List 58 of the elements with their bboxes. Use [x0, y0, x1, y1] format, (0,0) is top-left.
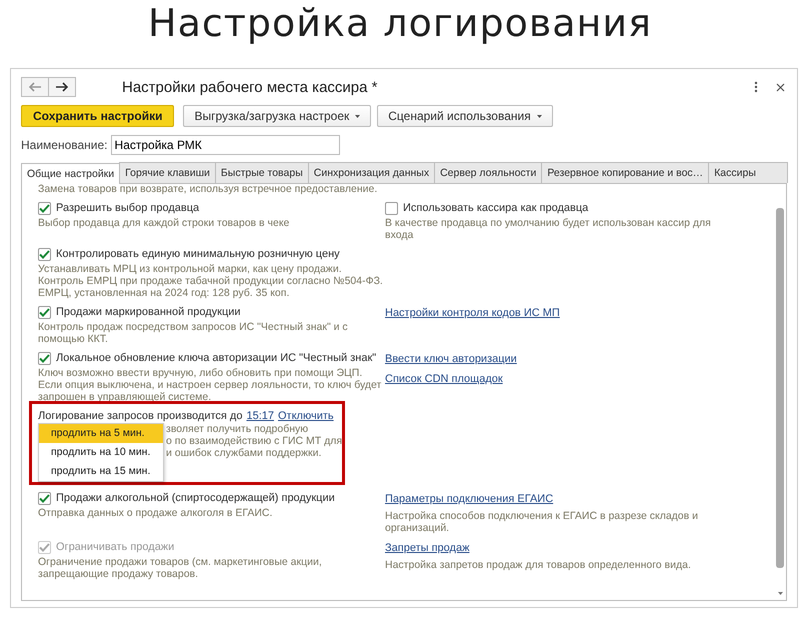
caret-icon — [355, 114, 360, 118]
field-label: Наименование: — [21, 138, 108, 152]
forward-arrow-icon[interactable] — [55, 82, 69, 92]
name-field[interactable]: Настройка РМК — [110, 135, 340, 155]
page-heading: Настройка логирования — [148, 0, 652, 47]
checkbox-label[interactable]: Продажи алкогольной (спиртосодержащей) продукции — [56, 492, 335, 504]
description-text: Устанавливать МРЦ из контрольной марки, как цену продажи. Контроль ЕМРЦ при продаже табачной продукции согласно №504-ФЗ. ЕМРЦ, установленная на 2024 год: 128 руб. 35 коп. — [38, 263, 384, 299]
settings-link[interactable]: Ввести ключ авторизации — [385, 352, 517, 364]
tab[interactable]: Быстрые товары — [214, 162, 309, 183]
scroll-down-icon[interactable] — [778, 592, 782, 595]
tab[interactable]: Кассиры — [708, 162, 788, 183]
dropdown-button[interactable]: Выгрузка/загрузка настроек — [183, 105, 372, 127]
logging-status-text: Логирование запросов производится до — [38, 410, 242, 422]
description-text: В качестве продавца по умолчанию будет использован кассир для входа — [385, 217, 712, 241]
menu-item[interactable]: продлить на 5 мин. — [39, 424, 163, 443]
forward-button[interactable] — [48, 77, 76, 97]
checkbox-label[interactable]: Разрешить выбор продавца — [56, 202, 200, 214]
settings-link[interactable]: Список CDN площадок — [385, 372, 503, 384]
tab[interactable]: Синхронизация данных — [308, 162, 436, 183]
checkbox-label[interactable]: Использовать кассира как продавца — [403, 202, 588, 214]
description-text: Настройка запретов продаж для товаров определенного вида. — [385, 559, 692, 571]
menu-item[interactable]: продлить на 10 мин. — [39, 443, 163, 462]
save-button[interactable]: Сохранить настройки — [21, 105, 174, 127]
checkbox[interactable] — [38, 306, 51, 318]
checkbox[interactable] — [385, 202, 398, 214]
checkbox[interactable] — [38, 248, 51, 260]
time-link[interactable]: 15:17 — [246, 410, 274, 422]
window-title: Настройки рабочего места кассира * — [122, 78, 378, 96]
description-text: Выбор продавца для каждой строки товаров в чеке — [38, 217, 290, 229]
description-text: Ключ возможно ввести вручную, либо обновить при помощи ЭЦП. Если опция выключена, и настроен сервер лояльности, то ключ будет запрошен в управляющей системе. — [38, 367, 382, 403]
description-text: и ошибок службами поддержки. — [166, 447, 322, 459]
settings-link[interactable]: Запреты продаж — [385, 542, 470, 554]
menu-item[interactable]: продлить на 15 мин. — [39, 462, 163, 481]
settings-link[interactable]: Параметры подключения ЕГАИС — [385, 492, 554, 504]
description-text: о по взаимодействию с ГИС МТ для — [166, 435, 344, 447]
description-text: Отправка данных о продаже алкоголя в ЕГАИС. — [38, 507, 274, 519]
checkbox[interactable] — [38, 492, 51, 504]
back-arrow-icon[interactable] — [28, 82, 42, 92]
description-text: Ограничение продажи товаров (см. маркетинговые акции, запрещающие продажу товаров. — [38, 556, 323, 580]
tab[interactable]: Горячие клавиши — [119, 162, 216, 183]
settings-link[interactable]: Настройки контроля кодов ИС МП — [385, 306, 560, 318]
close-icon[interactable] — [776, 82, 785, 92]
tab[interactable]: Сервер лояльности — [434, 162, 542, 183]
checkbox[interactable] — [38, 352, 51, 364]
dropdown-button[interactable]: Сценарий использования — [377, 105, 553, 127]
checkbox-label[interactable]: Контролировать единую минимальную розничную цену — [56, 248, 340, 260]
description-text: Замена товаров при возврате, используя встречное предоставление. — [38, 184, 378, 195]
tab[interactable]: Общие настройки — [21, 163, 120, 184]
description-text: Настройка способов подключения к ЕГАИС в разрезе складов и организаций. — [385, 510, 699, 534]
description-text: Контроль продаж посредством запросов ИС "Честный знак" и с помощью ККТ. — [38, 321, 349, 345]
description-text: зволяет получить подробную — [166, 423, 310, 435]
checkbox-label[interactable]: Продажи маркированной продукции — [56, 306, 241, 318]
disable-link[interactable]: Отключить — [278, 410, 334, 422]
tab[interactable]: Резервное копирование и вос… — [541, 162, 710, 183]
checkbox-label[interactable]: Локальное обновление ключа авторизации ИС "Честный знак" — [56, 352, 376, 364]
caret-icon — [536, 114, 542, 118]
more-icon[interactable] — [754, 81, 758, 93]
checkbox[interactable] — [38, 202, 51, 214]
